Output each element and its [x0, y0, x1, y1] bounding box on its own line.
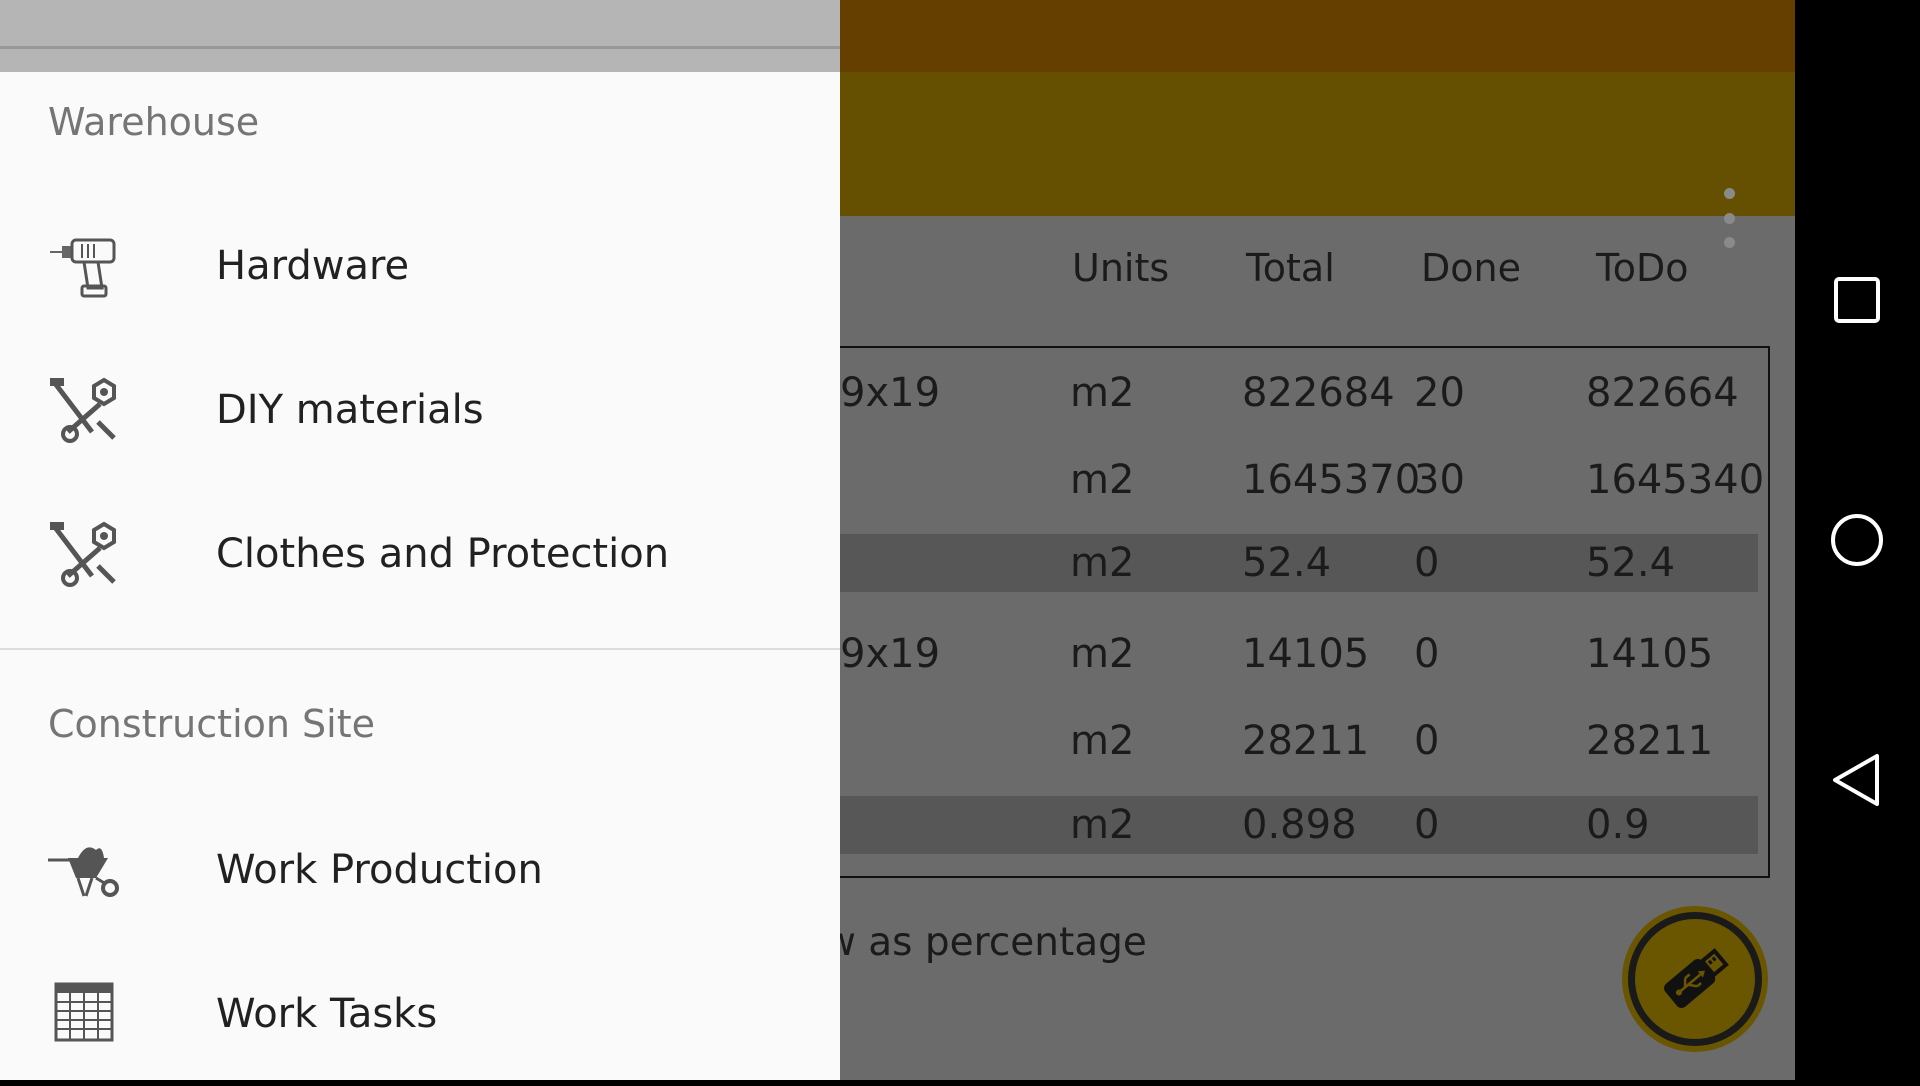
square-icon: [1834, 277, 1880, 323]
tools-icon: [50, 377, 116, 443]
cell-units: m2: [1070, 540, 1135, 586]
cell-total: 1645370: [1242, 457, 1421, 503]
navigation-drawer: Warehouse Hardware DIY materials Clothes…: [0, 72, 840, 1080]
spreadsheet-icon: [54, 982, 114, 1042]
circle-icon: [1831, 514, 1883, 566]
cell-done: 0: [1414, 631, 1440, 677]
cell-todo: 14105: [1586, 631, 1714, 677]
drawer-item-work-production[interactable]: Work Production: [0, 798, 840, 942]
drawer-item-hardware[interactable]: Hardware: [0, 194, 840, 338]
usb-drive-icon: [1664, 948, 1729, 1008]
column-header-todo: ToDo: [1596, 246, 1689, 290]
cell-todo: 822664: [1586, 370, 1739, 416]
cell-units: m2: [1070, 718, 1135, 764]
drawer-status-scrim: [0, 0, 840, 72]
section-title-warehouse: Warehouse: [48, 100, 260, 144]
cell-todo: 52.4: [1586, 540, 1676, 586]
table-row[interactable]: m2 28211 0 28211: [802, 712, 1758, 770]
column-header-done: Done: [1421, 246, 1521, 290]
cell-done: 30: [1414, 457, 1465, 503]
drawer-item-label: Work Tasks: [216, 991, 438, 1037]
drawer-item-label: Hardware: [216, 243, 410, 289]
cell-name: 9x19: [840, 370, 941, 416]
triangle-back-icon: [1833, 754, 1879, 806]
cell-name: 9x19: [840, 631, 941, 677]
drawer-item-work-tasks[interactable]: Work Tasks: [0, 942, 840, 1086]
view-as-percentage-label[interactable]: ew as percentage: [800, 920, 1147, 965]
drawer-item-clothes-protection[interactable]: Clothes and Protection: [0, 482, 840, 626]
cell-units: m2: [1070, 457, 1135, 503]
cell-done: 20: [1414, 370, 1465, 416]
cell-total: 822684: [1242, 370, 1395, 416]
table-row[interactable]: 9x19 m2 822684 20 822664: [802, 364, 1758, 422]
cell-done: 0: [1414, 718, 1440, 764]
cell-total: 52.4: [1242, 540, 1332, 586]
cell-units: m2: [1070, 802, 1135, 848]
section-divider: [0, 648, 840, 650]
cell-units: m2: [1070, 631, 1135, 677]
cell-total: 14105: [1242, 631, 1370, 677]
table-row[interactable]: m2 1645370 30 1645340: [802, 451, 1764, 509]
system-navigation-bar: [1795, 0, 1920, 1080]
cell-done: 0: [1414, 540, 1440, 586]
cell-done: 0: [1414, 802, 1440, 848]
cell-units: m2: [1070, 370, 1135, 416]
cell-todo: 28211: [1586, 718, 1714, 764]
cell-todo: 0.9: [1586, 802, 1650, 848]
more-vert-icon[interactable]: [1714, 188, 1744, 248]
usb-export-button[interactable]: [1622, 906, 1768, 1052]
drawer-item-label: Work Production: [216, 847, 543, 893]
drawer-item-diy-materials[interactable]: DIY materials: [0, 338, 840, 482]
cell-total: 0.898: [1242, 802, 1357, 848]
cell-todo: 1645340: [1586, 457, 1765, 503]
drawer-item-label: Clothes and Protection: [216, 531, 670, 577]
work-table: 9x19 m2 822684 20 822664 m2 1645370 30 1…: [800, 346, 1770, 878]
home-button[interactable]: [1817, 500, 1897, 580]
table-row[interactable]: m2 0.898 0 0.9: [802, 796, 1758, 854]
section-title-construction-site: Construction Site: [48, 702, 375, 746]
back-button[interactable]: [1817, 740, 1897, 820]
table-row[interactable]: 9x19 m2 14105 0 14105: [802, 625, 1758, 683]
cell-total: 28211: [1242, 718, 1370, 764]
drill-icon: [50, 238, 116, 298]
drawer-item-label: DIY materials: [216, 387, 484, 433]
column-header-total: Total: [1246, 246, 1335, 290]
wheelbarrow-icon: [48, 847, 119, 897]
column-header-units: Units: [1072, 246, 1170, 290]
tools-icon: [50, 521, 116, 587]
recents-button[interactable]: [1817, 260, 1897, 340]
table-row[interactable]: m2 52.4 0 52.4: [802, 534, 1758, 592]
